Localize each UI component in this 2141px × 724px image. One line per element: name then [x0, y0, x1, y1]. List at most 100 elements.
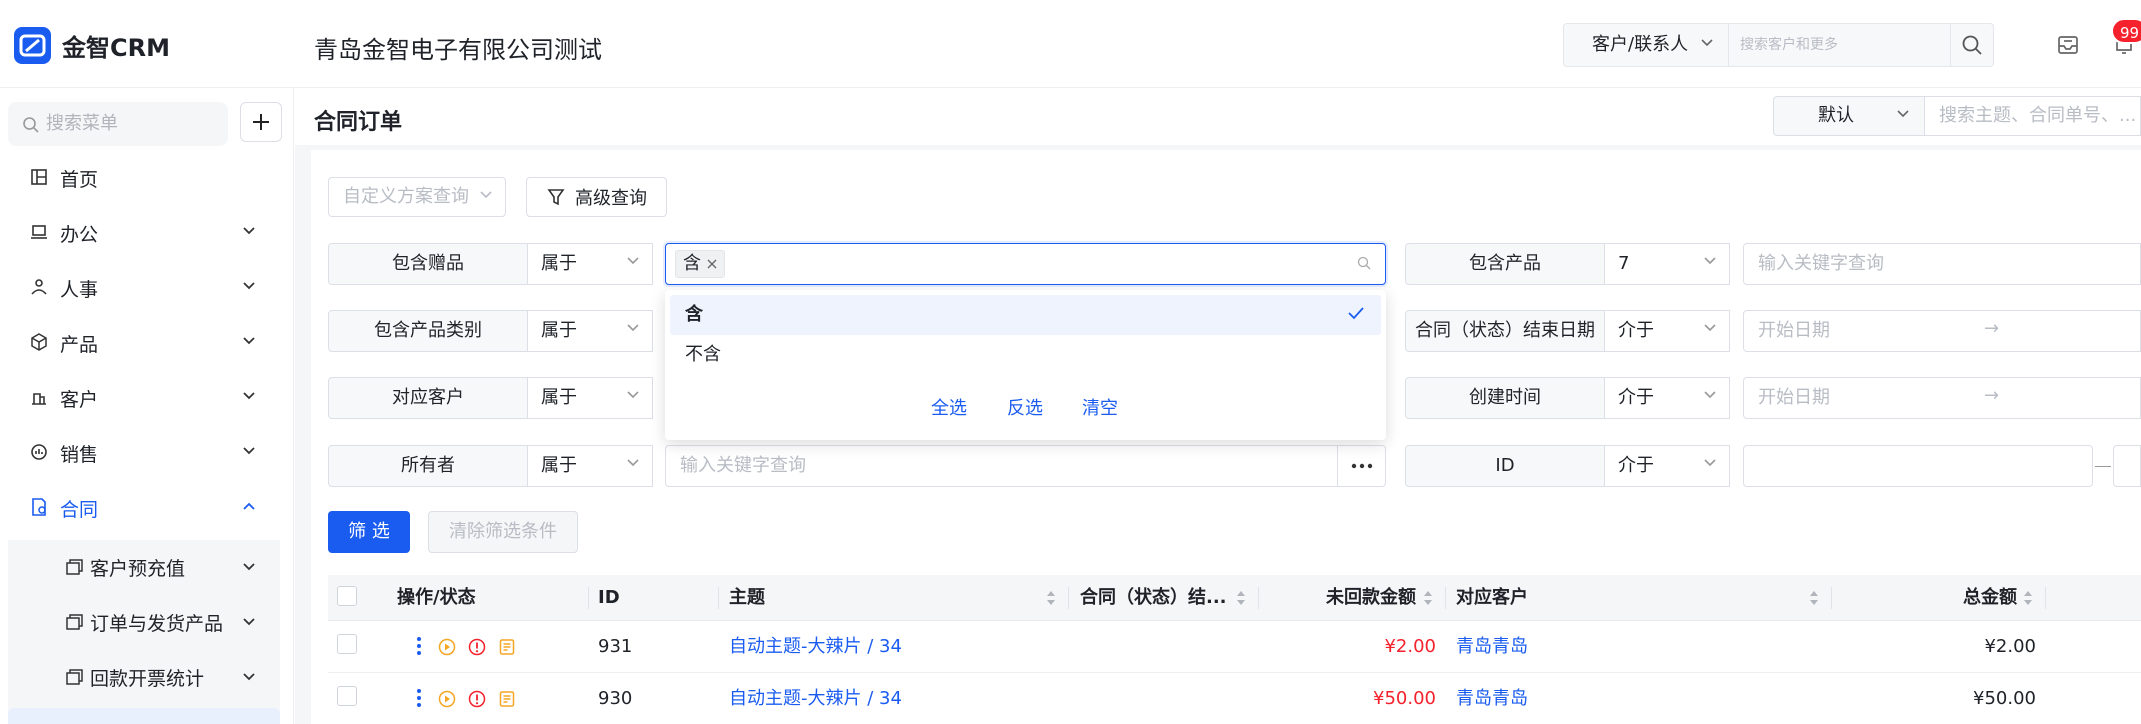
alert-icon[interactable]: [468, 690, 486, 708]
filter-op-value: 属于: [541, 455, 577, 476]
more-vertical-icon[interactable]: [416, 688, 422, 708]
select-all-link[interactable]: 全选: [931, 394, 967, 420]
sidebar-item-contract[interactable]: 合同: [0, 483, 294, 533]
column-header-contract-status[interactable]: 合同（状态）结...: [1080, 575, 1230, 621]
close-icon[interactable]: [707, 259, 717, 269]
advanced-query-button[interactable]: 高级查询: [526, 177, 667, 217]
more-vertical-icon[interactable]: [416, 636, 422, 656]
alert-icon[interactable]: [468, 638, 486, 656]
chevron-down-icon: [243, 563, 255, 571]
sales-icon: [31, 444, 47, 460]
column-header-customer[interactable]: 对应客户: [1456, 575, 1528, 621]
sidebar-item-sales[interactable]: 销售: [0, 428, 294, 478]
cell-customer-link[interactable]: 青岛青岛: [1456, 621, 1528, 673]
chevron-down-icon: [627, 459, 639, 467]
sidebar-subitem-orders-shipping[interactable]: 订单与发货产品: [8, 595, 280, 649]
sidebar-item-customer[interactable]: 客户: [0, 373, 294, 423]
add-menu-button[interactable]: [240, 102, 282, 142]
sidebar-subitem-label: 订单与发货产品: [90, 612, 224, 635]
gift-value-select[interactable]: [665, 243, 1386, 285]
global-search-input[interactable]: 搜索客户和更多: [1728, 23, 1951, 67]
product-icon: [31, 333, 47, 351]
sort-icon[interactable]: [2022, 588, 2034, 608]
notification-badge: 99: [2111, 18, 2141, 44]
sort-icon[interactable]: [1808, 588, 1820, 608]
sort-icon[interactable]: [1235, 588, 1247, 608]
column-divider: [1258, 587, 1259, 609]
sidebar-item-product[interactable]: 产品: [0, 318, 294, 368]
sort-icon[interactable]: [1422, 588, 1434, 608]
cell-id: 931: [598, 636, 633, 657]
filter-op-customer[interactable]: 属于: [528, 377, 653, 419]
selected-tag[interactable]: 含: [675, 250, 725, 278]
chevron-down-icon: [243, 673, 255, 681]
invoice-icon[interactable]: [498, 638, 516, 656]
id-min-input[interactable]: [1743, 445, 2093, 487]
check-icon: [1347, 305, 1365, 321]
owner-input[interactable]: 输入关键字查询: [665, 445, 1338, 487]
filter-label-id: ID: [1405, 445, 1605, 487]
id-max-input[interactable]: [2113, 445, 2141, 487]
filter-op-value: 介于: [1618, 320, 1654, 341]
sidebar-subitem-selected[interactable]: [8, 708, 280, 724]
record-search-input[interactable]: 搜索主题、合同单号、...: [1925, 96, 2141, 136]
filter-label-customer: 对应客户: [328, 377, 528, 419]
filter-op-product[interactable]: 7: [1605, 243, 1730, 285]
home-icon: [31, 169, 47, 185]
sidebar-item-label: 客户: [60, 388, 99, 411]
owner-more-button[interactable]: [1338, 445, 1386, 487]
column-divider: [1068, 587, 1069, 609]
clear-selection-link[interactable]: 清空: [1082, 394, 1118, 420]
invoice-icon[interactable]: [498, 690, 516, 708]
filter-icon: [547, 189, 565, 206]
dropdown-option[interactable]: 不含: [685, 340, 721, 370]
plus-icon: [253, 114, 269, 130]
custom-plan-select[interactable]: 自定义方案查询: [328, 177, 506, 217]
filter-op-value: 介于: [1618, 387, 1654, 408]
invert-selection-link[interactable]: 反选: [1007, 394, 1043, 420]
column-header-total[interactable]: 总金额: [1963, 575, 2017, 621]
sidebar-subitem-customer-prepay[interactable]: 客户预充值: [8, 540, 280, 594]
status-pending-icon[interactable]: [438, 690, 456, 708]
dropdown-option[interactable]: 含: [670, 295, 1381, 335]
filter-op-gift[interactable]: 属于: [528, 243, 653, 285]
select-all-checkbox[interactable]: [337, 586, 357, 606]
inbox-icon[interactable]: [2056, 33, 2080, 57]
row-checkbox[interactable]: [337, 686, 357, 706]
filter-op-id[interactable]: 介于: [1605, 445, 1730, 487]
filter-op-product-category[interactable]: 属于: [528, 310, 653, 352]
filter-op-created-time[interactable]: 介于: [1605, 377, 1730, 419]
search-button[interactable]: [1951, 23, 1994, 67]
sidebar-subitem-payment-invoice[interactable]: 回款开票统计: [8, 650, 280, 704]
search-scope-select[interactable]: 客户/联系人: [1563, 23, 1728, 67]
filter-op-contract-end-date[interactable]: 介于: [1605, 310, 1730, 352]
cell-subject-link[interactable]: 自动主题-大辣片 / 34: [729, 673, 902, 724]
contract-icon: [32, 498, 46, 516]
menu-search-input[interactable]: 搜索菜单: [8, 102, 228, 146]
apply-filter-button[interactable]: 筛 选: [328, 511, 410, 553]
chevron-down-icon: [243, 392, 255, 400]
view-select[interactable]: 默认: [1773, 96, 1925, 136]
clear-filters-button[interactable]: 清除筛选条件: [428, 511, 578, 553]
row-checkbox[interactable]: [337, 634, 357, 654]
status-pending-icon[interactable]: [438, 638, 456, 656]
filter-op-value: 属于: [541, 387, 577, 408]
column-header-unpaid[interactable]: 未回款金额: [1326, 575, 1416, 621]
product-keyword-input[interactable]: 输入关键字查询: [1743, 243, 2141, 285]
sidebar-item-home[interactable]: 首页: [0, 153, 294, 203]
cell-customer-link[interactable]: 青岛青岛: [1456, 673, 1528, 724]
created-start-date-input[interactable]: 开始日期: [1743, 377, 2141, 419]
cell-unpaid-amount: ¥50.00: [1373, 688, 1436, 709]
filter-op-value: 属于: [541, 253, 577, 274]
chevron-down-icon: [1704, 257, 1716, 265]
sort-icon[interactable]: [1045, 588, 1057, 608]
sidebar-item-office[interactable]: 办公: [0, 208, 294, 258]
filter-op-owner[interactable]: 属于: [528, 445, 653, 487]
column-header-subject[interactable]: 主题: [729, 575, 765, 621]
chevron-down-icon: [1704, 324, 1716, 332]
cell-subject-link[interactable]: 自动主题-大辣片 / 34: [729, 621, 902, 673]
sidebar-item-hr[interactable]: 人事: [0, 263, 294, 313]
sidebar-item-label: 办公: [60, 223, 99, 246]
customer-icon: [32, 393, 46, 405]
contract-end-start-date-input[interactable]: 开始日期: [1743, 310, 2141, 352]
